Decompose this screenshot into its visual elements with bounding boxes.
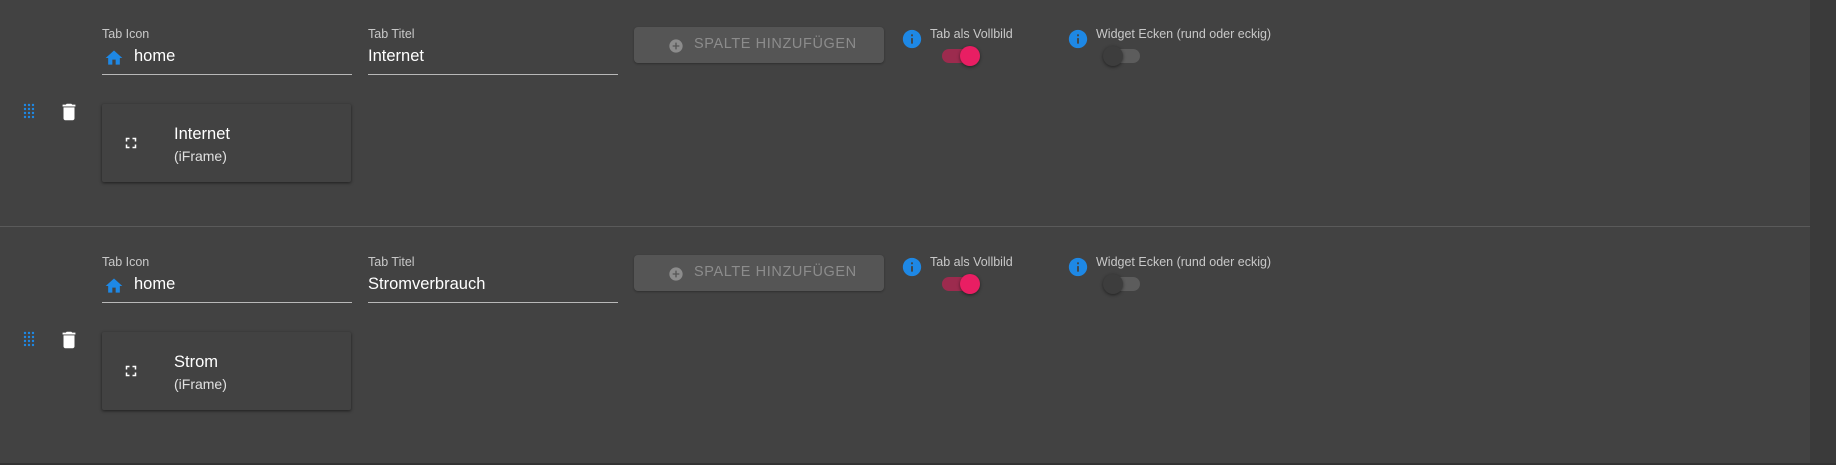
- fullscreen-icon: [125, 137, 137, 149]
- drag-handle-icon[interactable]: [22, 102, 40, 120]
- page-margin: [1810, 0, 1836, 465]
- info-icon[interactable]: [1067, 256, 1089, 278]
- switch-thumb: [1103, 274, 1123, 294]
- switch-thumb: [960, 274, 980, 294]
- info-icon[interactable]: [901, 28, 923, 50]
- info-icon[interactable]: [1067, 28, 1089, 50]
- tab-icon-field[interactable]: Tab Icon home: [102, 254, 352, 303]
- tab-settings-panel: Tab Icon home Tab Titel Internet SPALTE …: [0, 0, 1810, 463]
- widget-type: (iFrame): [174, 376, 227, 392]
- tab-icon-field[interactable]: Tab Icon home: [102, 26, 352, 75]
- widget-name: Strom: [174, 353, 219, 371]
- corners-switch[interactable]: [1103, 274, 1147, 294]
- add-column-label: SPALTE HINZUFÜGEN: [694, 36, 857, 52]
- drag-handle-icon[interactable]: [22, 330, 40, 348]
- widget-type: (iFrame): [174, 148, 227, 164]
- tab-icon-value: home: [134, 275, 176, 293]
- fullscreen-switch-label: Tab als Vollbild: [930, 255, 1013, 269]
- switch-thumb: [1103, 46, 1123, 66]
- tab-title-value: Stromverbrauch: [368, 275, 486, 293]
- tab-icon-value: home: [134, 47, 176, 65]
- tab-row: Tab Icon home Tab Titel Stromverbrauch S…: [0, 228, 1810, 456]
- tab-title-field[interactable]: Tab Titel Internet: [368, 26, 618, 75]
- tab-title-label: Tab Titel: [368, 27, 415, 41]
- fullscreen-switch[interactable]: [939, 274, 983, 294]
- corners-switch-label: Widget Ecken (rund oder eckig): [1096, 27, 1272, 41]
- add-circle-icon: [669, 39, 683, 53]
- home-icon: [105, 278, 123, 293]
- tab-title-field[interactable]: Tab Titel Stromverbrauch: [368, 254, 618, 303]
- tab-title-value: Internet: [368, 47, 424, 65]
- tab-icon-label: Tab Icon: [102, 27, 150, 41]
- divider: [0, 226, 1810, 227]
- trash-icon: [62, 103, 76, 121]
- fullscreen-switch[interactable]: [939, 46, 983, 66]
- widget-name: Internet: [174, 125, 230, 143]
- corners-switch-label: Widget Ecken (rund oder eckig): [1096, 255, 1272, 269]
- add-circle-icon: [669, 267, 683, 281]
- trash-icon: [62, 331, 76, 349]
- fullscreen-switch-label: Tab als Vollbild: [930, 27, 1013, 41]
- widget-card[interactable]: Strom (iFrame): [102, 332, 351, 410]
- add-column-label: SPALTE HINZUFÜGEN: [694, 264, 857, 280]
- widget-card[interactable]: Internet (iFrame): [102, 104, 351, 182]
- corners-switch[interactable]: [1103, 46, 1147, 66]
- tab-title-label: Tab Titel: [368, 255, 415, 269]
- add-column-button[interactable]: SPALTE HINZUFÜGEN: [634, 27, 884, 63]
- delete-tab-button[interactable]: [58, 101, 80, 123]
- tab-icon-label: Tab Icon: [102, 255, 150, 269]
- add-column-button[interactable]: SPALTE HINZUFÜGEN: [634, 255, 884, 291]
- tab-row: Tab Icon home Tab Titel Internet SPALTE …: [0, 0, 1810, 228]
- info-icon[interactable]: [901, 256, 923, 278]
- switch-thumb: [960, 46, 980, 66]
- home-icon: [105, 50, 123, 65]
- fullscreen-icon: [125, 365, 137, 377]
- delete-tab-button[interactable]: [58, 329, 80, 351]
